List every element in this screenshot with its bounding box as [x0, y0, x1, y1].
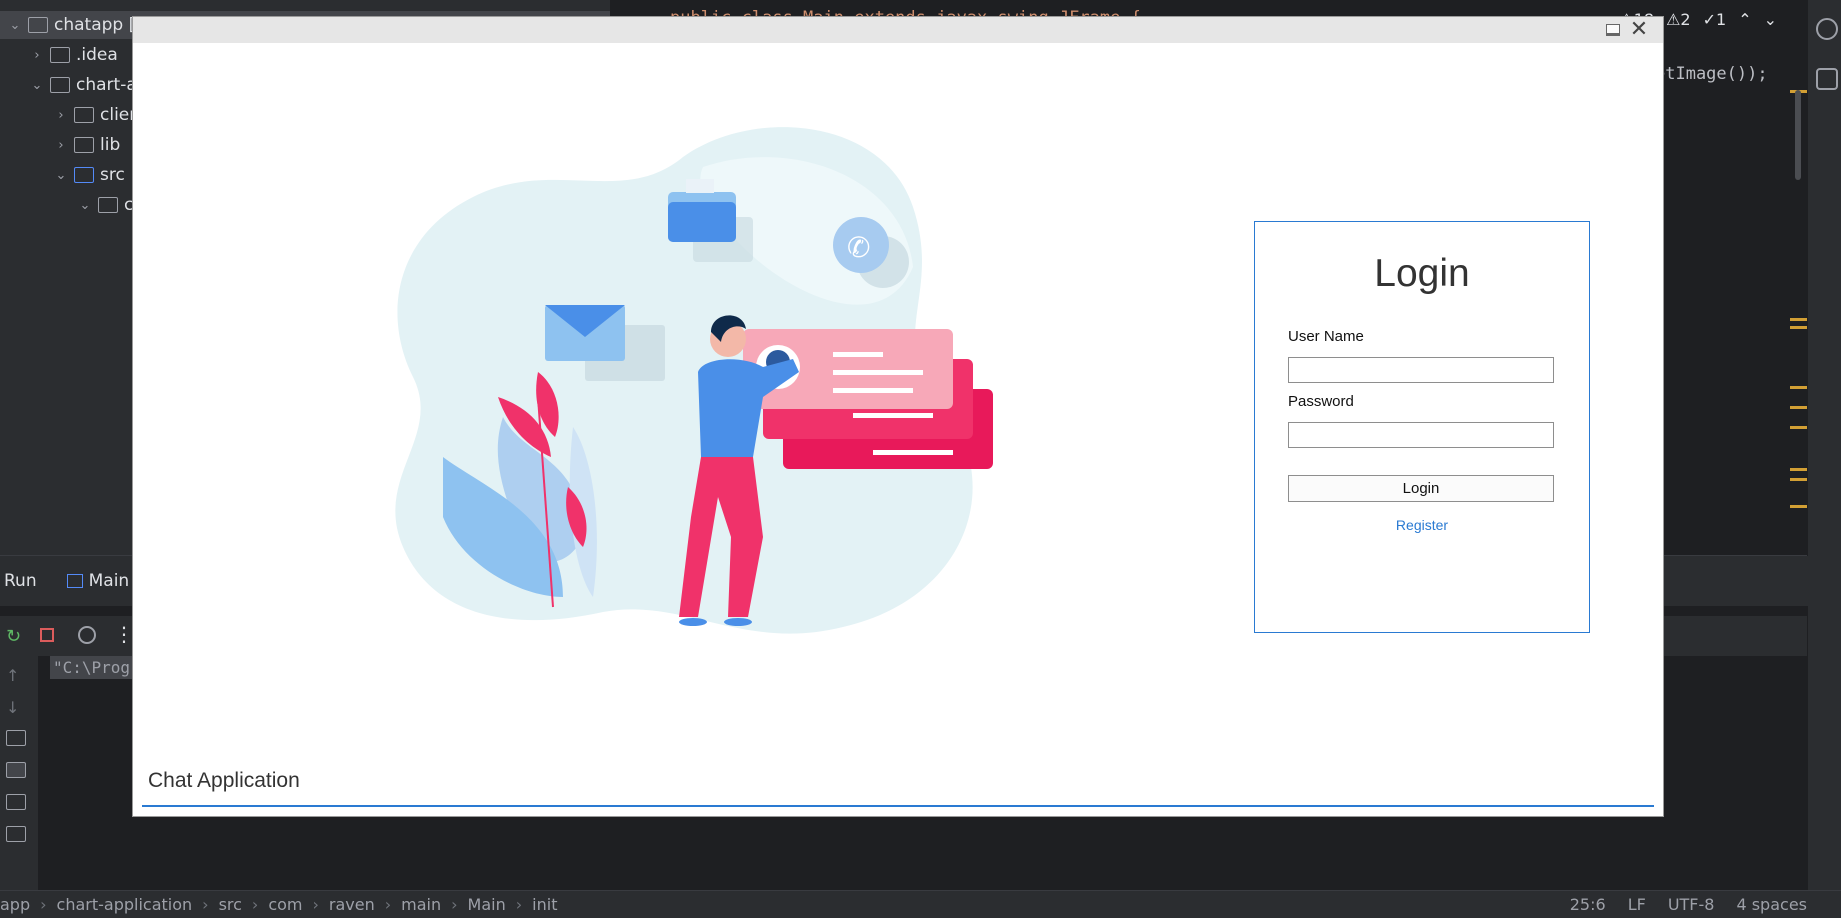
app-title: Chat Application	[148, 769, 300, 792]
footer-divider	[142, 805, 1654, 807]
chevron-right-icon: ›	[312, 895, 319, 914]
main-run-config-tab[interactable]: Main	[66, 571, 129, 591]
chevron-right-icon: ›	[515, 895, 523, 914]
chevron-right-icon[interactable]: ›	[54, 108, 68, 123]
password-label: Password	[1288, 393, 1354, 410]
tree-item-label: c	[124, 195, 134, 215]
editor-scrollbar[interactable]	[1795, 90, 1801, 180]
status-bar: app › chart-application › src › com › ra…	[0, 890, 1841, 918]
breadcrumb-item[interactable]: chart-application	[57, 895, 193, 914]
username-label: User Name	[1288, 328, 1364, 345]
login-button[interactable]: Login	[1288, 475, 1554, 502]
minimize-button[interactable]	[1604, 21, 1622, 39]
chevron-down-icon[interactable]: ⌄	[30, 78, 44, 93]
ai-assistant-icon[interactable]	[1816, 18, 1838, 40]
weak-warnings-count[interactable]: ⚠2	[1666, 10, 1691, 29]
chevron-down-icon[interactable]: ⌄	[8, 18, 22, 33]
folder-icon	[74, 107, 94, 123]
checks-count[interactable]: ✓1	[1703, 10, 1727, 29]
chevron-right-icon[interactable]: ›	[30, 48, 44, 63]
chevron-right-icon: ›	[202, 895, 209, 914]
database-icon[interactable]	[1816, 68, 1838, 90]
tree-item-label: src	[100, 165, 125, 185]
chevron-down-icon[interactable]: ⌄	[54, 168, 68, 183]
arrow-down-icon[interactable]: ↓	[6, 698, 19, 717]
scroll-to-end-icon[interactable]	[6, 762, 26, 778]
caret-position[interactable]: 25:6	[1570, 895, 1606, 914]
stop-icon[interactable]	[40, 628, 54, 642]
indent-setting[interactable]: 4 spaces	[1736, 895, 1807, 914]
password-input[interactable]	[1288, 422, 1554, 448]
tree-item-label: .idea	[76, 45, 118, 65]
breadcrumb-item[interactable]: src	[219, 895, 242, 914]
source-folder-icon	[74, 167, 94, 183]
file-encoding[interactable]: UTF-8	[1668, 895, 1715, 914]
login-panel: Login User Name Password Login Register	[1254, 221, 1590, 633]
folder-icon	[50, 47, 70, 63]
tree-item-package[interactable]: ⌄ c	[78, 191, 134, 219]
profiler-icon[interactable]	[78, 626, 96, 644]
more-options-icon[interactable]: ⋮	[114, 622, 134, 646]
rerun-icon[interactable]: ↻	[6, 626, 21, 647]
run-side-toolbar: ↑ ↓	[0, 656, 38, 891]
package-icon	[98, 197, 118, 213]
window-titlebar[interactable]: ✕	[133, 17, 1663, 43]
breadcrumb-item[interactable]: main	[401, 895, 441, 914]
tree-item-src[interactable]: ⌄ src	[54, 161, 125, 189]
chevron-right-icon: ›	[451, 895, 458, 914]
svg-text:✆: ✆	[847, 231, 870, 264]
tree-item-client[interactable]: › clien	[54, 101, 140, 129]
print-icon[interactable]	[6, 794, 26, 810]
register-link[interactable]: Register	[1255, 517, 1589, 533]
tree-item-label: chart-a	[76, 75, 137, 95]
soft-wrap-icon[interactable]	[6, 730, 26, 746]
chevron-right-icon: ›	[40, 895, 47, 914]
chevron-right-icon[interactable]: ›	[54, 138, 68, 153]
close-button[interactable]: ✕	[1630, 19, 1648, 41]
chevron-down-icon[interactable]: ⌄	[1764, 10, 1777, 29]
login-title: Login	[1374, 252, 1470, 295]
tree-item-label: chatapp [	[54, 15, 136, 35]
editor-code-line: etImage());	[1655, 64, 1768, 84]
folder-icon	[74, 137, 94, 153]
chat-app-window: ✕ ✆ Login User Name Password Login Regis…	[133, 17, 1663, 816]
line-ending[interactable]: LF	[1628, 895, 1646, 914]
breadcrumb-item[interactable]: app	[0, 895, 30, 914]
tree-item-idea[interactable]: › .idea	[30, 41, 118, 69]
trash-icon[interactable]	[6, 826, 26, 842]
run-tab[interactable]: Run	[4, 571, 37, 591]
module-folder-icon	[50, 77, 70, 93]
tree-item-chart-app[interactable]: ⌄ chart-a	[30, 71, 137, 99]
breadcrumb-item[interactable]: com	[268, 895, 302, 914]
application-icon	[66, 574, 83, 588]
hero-illustration: ✆	[395, 127, 993, 634]
chevron-right-icon: ›	[251, 895, 259, 914]
breadcrumb: app › chart-application › src › com › ra…	[0, 895, 557, 914]
chevron-up-icon[interactable]: ⌃	[1738, 10, 1751, 29]
tree-item-label: lib	[100, 135, 121, 155]
status-widgets: 25:6 LF UTF-8 4 spaces	[1570, 895, 1807, 914]
tree-item-lib[interactable]: › lib	[54, 131, 120, 159]
breadcrumb-item[interactable]: init	[532, 895, 557, 914]
chevron-right-icon: ›	[384, 895, 392, 914]
module-folder-icon	[28, 17, 48, 33]
arrow-up-icon[interactable]: ↑	[6, 666, 19, 685]
breadcrumb-item[interactable]: Main	[468, 895, 506, 914]
breadcrumb-item[interactable]: raven	[329, 895, 375, 914]
right-tool-strip	[1807, 0, 1841, 890]
username-input[interactable]	[1288, 357, 1554, 383]
chevron-down-icon[interactable]: ⌄	[78, 198, 92, 213]
console-output: "C:\Prog	[50, 656, 134, 679]
